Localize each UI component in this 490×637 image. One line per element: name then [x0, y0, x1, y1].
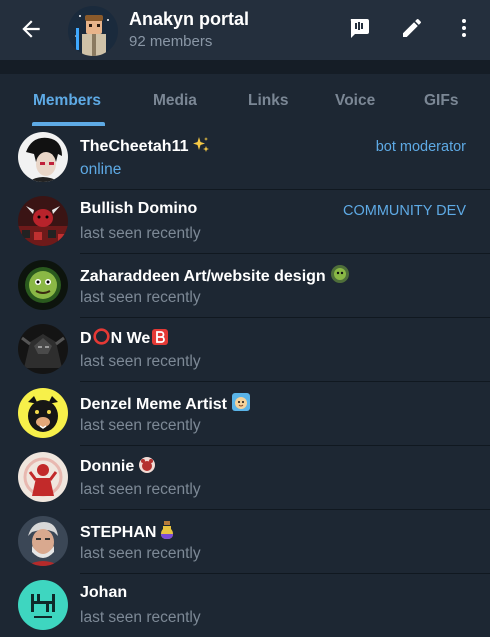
member-name: Denzel Meme Artist	[80, 392, 251, 417]
member-name: Zaharaddeen Art/website design	[80, 264, 350, 289]
member-status: last seen recently	[80, 289, 201, 306]
member-name: Donnie	[80, 456, 156, 479]
member-name: TheCheetah11	[80, 136, 210, 159]
member-row[interactable]: STEPHAN last seen recently	[0, 510, 490, 574]
tab-bar: Members Media Links Voice GIFs	[0, 74, 490, 126]
avatar[interactable]	[18, 260, 68, 310]
member-name: Johan	[80, 584, 128, 601]
sparkles-icon	[192, 136, 210, 159]
tab-members[interactable]: Members	[33, 92, 101, 110]
avatar[interactable]	[18, 132, 68, 182]
avatar[interactable]	[18, 516, 68, 566]
red-circle-icon	[92, 328, 110, 350]
member-name: STEPHAN	[80, 520, 174, 545]
top-bar: Anakyn portal 92 members	[0, 0, 490, 60]
member-row[interactable]: Zaharaddeen Art/website design last seen…	[0, 254, 490, 318]
frog-sticker-icon	[330, 264, 350, 289]
potion-icon	[160, 520, 174, 545]
cartoon-sticker-icon	[231, 392, 251, 417]
avatar[interactable]	[18, 324, 68, 374]
member-status: last seen recently	[80, 353, 201, 370]
avatar[interactable]	[18, 388, 68, 438]
member-status: online	[80, 161, 122, 178]
member-row[interactable]: Johan last seen recently	[0, 574, 490, 637]
group-avatar[interactable]	[68, 6, 118, 56]
avatar[interactable]	[18, 580, 68, 630]
member-status: last seen recently	[80, 545, 201, 562]
member-status: last seen recently	[80, 481, 201, 498]
member-row[interactable]: TheCheetah11 online bot moderator	[0, 126, 490, 190]
member-row[interactable]: Denzel Meme Artist last seen recently	[0, 382, 490, 446]
member-row[interactable]: Donnie last seen recently	[0, 446, 490, 510]
tab-media[interactable]: Media	[153, 92, 197, 110]
member-name: DN We	[80, 328, 169, 351]
member-row[interactable]: DN We last seen recently	[0, 318, 490, 382]
member-status: last seen recently	[80, 609, 201, 626]
voice-chat-icon[interactable]	[347, 16, 371, 40]
tab-links[interactable]: Links	[248, 92, 288, 110]
member-status: last seen recently	[80, 417, 201, 434]
member-role: bot moderator	[375, 139, 466, 155]
back-arrow-icon[interactable]	[18, 16, 44, 42]
member-status: last seen recently	[80, 225, 201, 242]
member-role: COMMUNITY DEV	[343, 203, 466, 219]
member-name: Bullish Domino	[80, 200, 198, 217]
section-gap	[0, 60, 490, 74]
member-row[interactable]: Bullish Domino last seen recently COMMUN…	[0, 190, 490, 254]
member-list: TheCheetah11 online bot moderator Bullis…	[0, 126, 490, 637]
tab-gifs[interactable]: GIFs	[424, 92, 458, 110]
tab-voice[interactable]: Voice	[335, 92, 375, 110]
avatar[interactable]	[18, 452, 68, 502]
chat-title[interactable]: Anakyn portal	[129, 9, 249, 30]
more-options-icon[interactable]	[452, 16, 476, 40]
member-count: 92 members	[129, 33, 213, 50]
edit-pencil-icon[interactable]	[400, 16, 424, 40]
bear-sticker-icon	[138, 456, 156, 479]
b-button-icon	[151, 328, 169, 351]
avatar[interactable]	[18, 196, 68, 246]
